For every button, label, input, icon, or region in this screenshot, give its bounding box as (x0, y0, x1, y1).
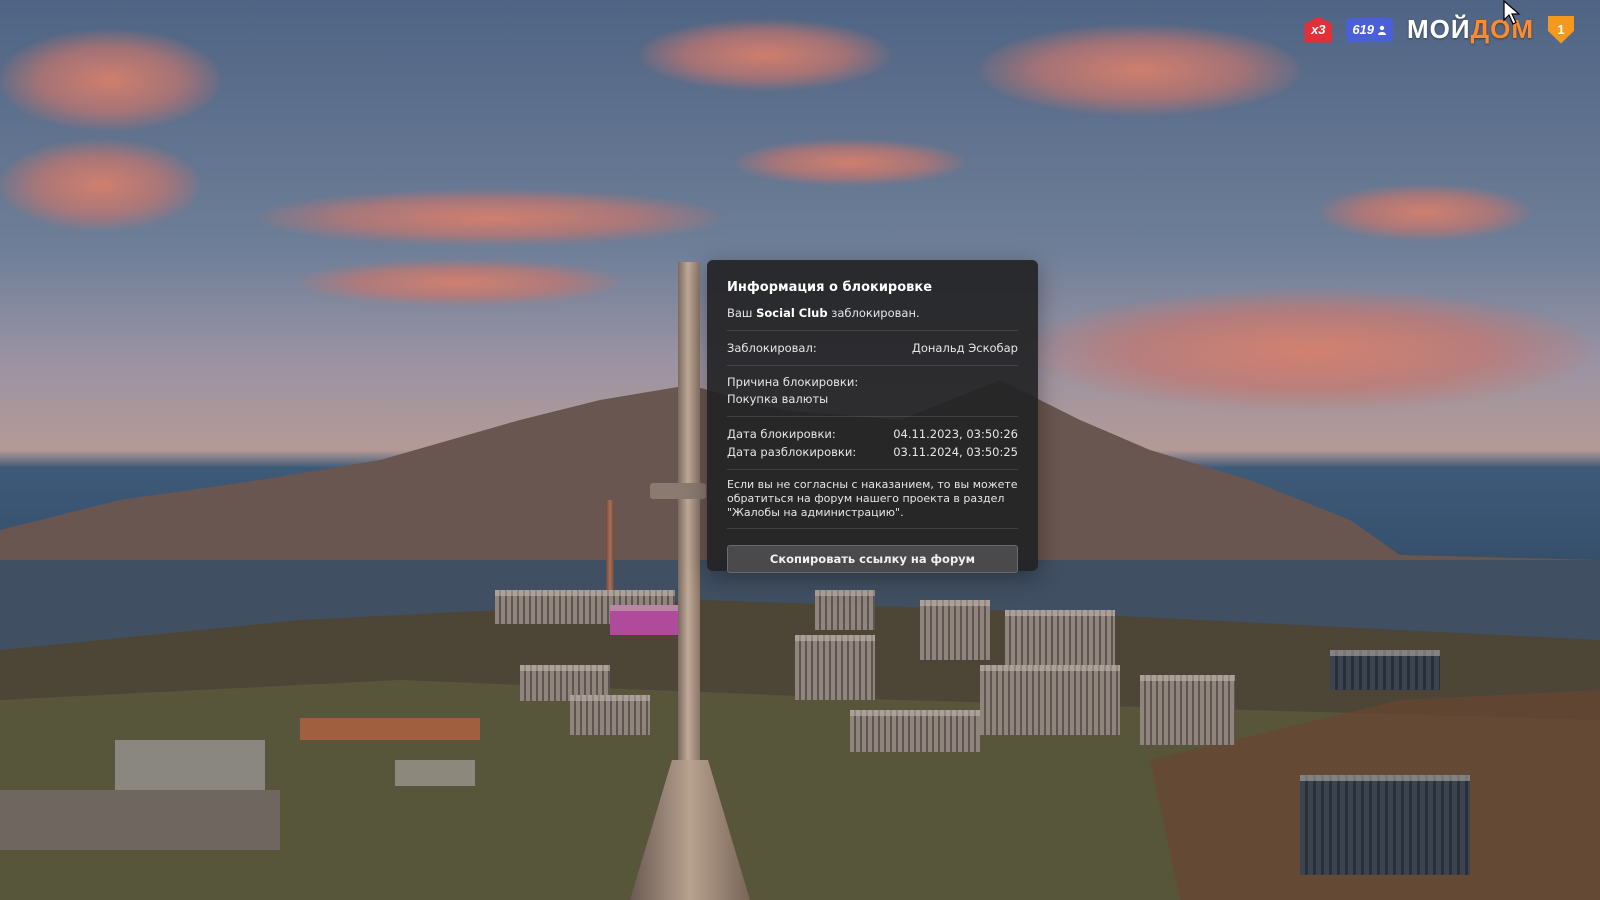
ban-date-row: Дата блокировки: 04.11.2023, 03:50:26 (727, 425, 1018, 443)
copy-forum-link-button[interactable]: Скопировать ссылку на форум (727, 545, 1018, 573)
mouse-pointer-icon (1503, 0, 1521, 25)
divider (727, 365, 1018, 366)
building (795, 635, 875, 700)
building (980, 665, 1120, 735)
multiplier-label: x3 (1311, 22, 1326, 37)
hud-top-right: x3 619 МОЙДОМ 1 (1304, 14, 1574, 45)
building (920, 600, 990, 660)
building (1330, 650, 1440, 690)
dialog-title: Информация о блокировке (727, 280, 933, 295)
divider (727, 469, 1018, 470)
reason-label: Причина блокировки: (727, 375, 859, 389)
building (610, 605, 680, 635)
building (815, 590, 875, 630)
ban-message: Ваш Social Club заблокирован. (727, 305, 1018, 322)
ban-date-label: Дата блокировки: (727, 427, 836, 441)
online-count: 619 (1352, 22, 1375, 37)
banned-by-label: Заблокировал: (727, 341, 817, 355)
unban-date-value: 03.11.2024, 03:50:25 (893, 445, 1018, 459)
unban-date-label: Дата разблокировки: (727, 445, 857, 459)
building (1140, 675, 1235, 745)
building (570, 695, 650, 735)
banned-by-value: Дональд Эскобар (911, 341, 1018, 355)
divider (727, 528, 1018, 529)
ban-info-dialog: Информация о блокировке Ваш Social Club … (707, 260, 1038, 573)
building (300, 718, 480, 740)
ban-date-value: 04.11.2023, 03:50:26 (893, 427, 1018, 441)
reason-value: Покупка валюты (727, 392, 829, 406)
building (1300, 775, 1470, 875)
ban-message-highlight: Social Club (756, 306, 828, 320)
multiplier-badge: x3 (1304, 16, 1333, 43)
appeal-note: Если вы не согласны с наказанием, то вы … (727, 478, 1018, 519)
logo-part-1: МОЙ (1407, 14, 1471, 44)
factory-chimney (606, 500, 614, 594)
online-players-badge: 619 (1346, 17, 1394, 42)
divider (727, 330, 1018, 331)
building (395, 760, 475, 786)
banned-by-row: Заблокировал: Дональд Эскобар (727, 339, 1018, 357)
users-icon (1378, 25, 1387, 35)
level-value: 1 (1557, 22, 1565, 37)
unban-date-row: Дата разблокировки: 03.11.2024, 03:50:25 (727, 443, 1018, 461)
building (850, 710, 980, 752)
tv-tower-deck (650, 483, 706, 499)
level-badge: 1 (1548, 15, 1574, 44)
building (1005, 610, 1115, 670)
divider (727, 416, 1018, 417)
ban-message-prefix: Ваш (727, 306, 753, 320)
ban-message-suffix: заблокирован. (831, 306, 920, 320)
building (0, 790, 280, 850)
